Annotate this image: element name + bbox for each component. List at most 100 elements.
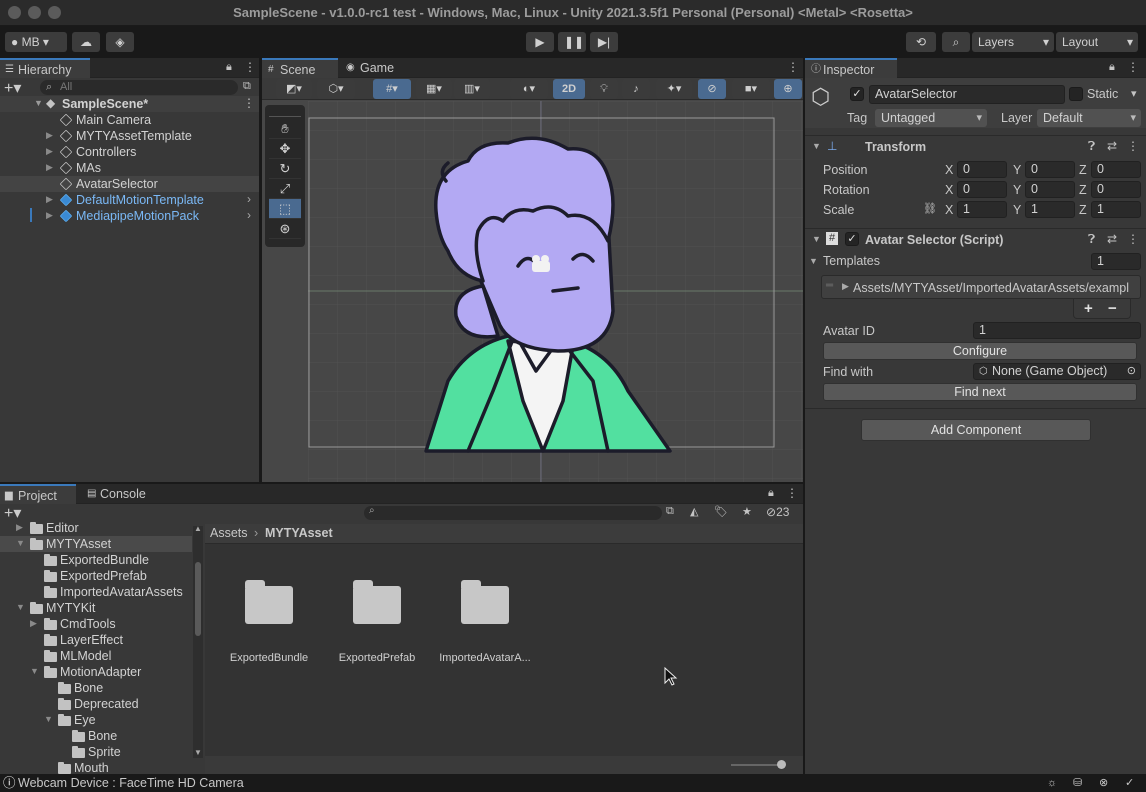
hierarchy-item[interactable]: Main Camera [0, 112, 259, 128]
add-element-button[interactable]: + [1084, 300, 1093, 317]
shading-dropdown[interactable]: ◐▾ [510, 79, 548, 99]
folder-icon[interactable] [245, 580, 293, 624]
collapse-triangle-icon[interactable]: ▼ [44, 714, 53, 724]
transform-y-field[interactable]: 1 [1025, 201, 1075, 218]
transform-x-field[interactable]: 0 [957, 181, 1007, 198]
find-with-object-field[interactable]: ⬡ None (Game Object) ⊙ [973, 363, 1141, 380]
tab-inspector[interactable]: ⓘ Inspector [805, 58, 897, 78]
project-folder-item[interactable]: Deprecated [0, 696, 192, 712]
constrain-proportions-icon[interactable]: ⛓ [923, 202, 937, 215]
transform-z-field[interactable]: 1 [1091, 201, 1141, 218]
collab-icon[interactable]: ◈ [106, 32, 134, 52]
expand-triangle-icon[interactable]: ▼ [34, 98, 43, 108]
hierarchy-item[interactable]: ▶ Controllers [0, 144, 259, 160]
camera-dropdown[interactable]: ■▾ [732, 79, 770, 99]
collapse-triangle-icon[interactable]: ▼ [16, 538, 25, 548]
transform-tool-icon[interactable]: ⊛ [269, 219, 301, 239]
transform-z-field[interactable]: 0 [1091, 161, 1141, 178]
drag-handle-icon[interactable]: ═ [826, 280, 833, 291]
increment-snap-dropdown[interactable]: ▥▾ [454, 79, 490, 99]
kebab-menu-icon[interactable]: ⋮ [787, 60, 799, 74]
scene-canvas[interactable] [308, 101, 803, 482]
tree-scrollbar[interactable]: ▲ ▼ [193, 524, 203, 758]
project-folder-item[interactable]: ▶ Editor [0, 520, 192, 536]
debug-icon[interactable]: ☼ [1047, 774, 1057, 792]
scroll-up-icon[interactable]: ▲ [194, 524, 202, 533]
presets-icon[interactable]: ⇄ [1107, 232, 1117, 246]
tab-game[interactable]: ◉ Game [342, 58, 402, 78]
transform-header[interactable]: ▼ ⊥ Transform ❓︎ ⇄ ⋮ [805, 135, 1146, 157]
add-component-button[interactable]: Add Component [861, 419, 1091, 441]
project-search-input[interactable]: ⌕ [364, 505, 662, 520]
object-active-checkbox[interactable]: ✓ [850, 87, 864, 101]
lock-icon[interactable]: 🔒︎ [768, 487, 774, 500]
search-by-type-icon[interactable]: ⧉ [666, 505, 674, 518]
play-button[interactable]: ▶ [526, 32, 554, 52]
hand-tool-icon[interactable]: ✋︎ [269, 119, 301, 139]
project-folder-item[interactable]: MLModel [0, 648, 192, 664]
presets-icon[interactable]: ⇄ [1107, 139, 1117, 153]
progress-icon[interactable]: ⊗ [1099, 774, 1108, 792]
search-icon[interactable]: ⌕ [942, 32, 970, 52]
tree-scrollbar-thumb[interactable] [195, 562, 201, 636]
expand-triangle-icon[interactable]: ▶ [46, 146, 53, 157]
expand-triangle-icon[interactable]: ▶ [46, 210, 53, 221]
kebab-menu-icon[interactable]: ⋮ [1127, 60, 1139, 74]
expand-triangle-icon[interactable]: ▶ [46, 130, 53, 141]
avatar-id-field[interactable]: 1 [973, 322, 1141, 339]
object-name-field[interactable]: AvatarSelector [869, 85, 1065, 104]
layout-dropdown[interactable]: Layout ▾ [1056, 32, 1138, 52]
project-folder-item[interactable]: ▶ CmdTools [0, 616, 192, 632]
expand-triangle-icon[interactable]: ▼ [812, 234, 821, 244]
project-folder-item[interactable]: Sprite [0, 744, 192, 760]
scale-tool-icon[interactable]: ⤢ [269, 179, 301, 199]
tab-project[interactable]: ▆ Project [0, 484, 76, 504]
tag-dropdown[interactable]: Untagged [875, 109, 987, 127]
expand-triangle-icon[interactable]: ▶ [16, 522, 23, 533]
mode-2d-toggle[interactable]: 2D [553, 79, 585, 99]
grid-snap-dropdown[interactable]: #▾ [373, 79, 411, 99]
favorite-icon[interactable]: ★ [742, 505, 752, 518]
transform-z-field[interactable]: 0 [1091, 181, 1141, 198]
zoom-slider-thumb[interactable] [777, 760, 786, 769]
create-button[interactable]: +▾ [4, 78, 21, 98]
expand-triangle-icon[interactable]: ▶ [842, 281, 849, 292]
templates-count-field[interactable]: 1 [1091, 253, 1141, 270]
pause-button[interactable]: ❚❚ [558, 32, 586, 52]
breadcrumb-assets[interactable]: Assets [210, 526, 248, 540]
static-dropdown-icon[interactable]: ▾ [1131, 87, 1137, 100]
help-icon[interactable]: ❓︎ [1088, 139, 1095, 154]
transform-x-field[interactable]: 1 [957, 201, 1007, 218]
hierarchy-item[interactable]: ▶ MYTYAssetTemplate [0, 128, 259, 144]
gizmos-dropdown[interactable]: ⊕ [774, 79, 802, 99]
tab-scene[interactable]: # Scene [262, 58, 338, 78]
kebab-menu-icon[interactable]: ⋮ [1127, 139, 1139, 153]
collapse-triangle-icon[interactable]: ▼ [30, 666, 39, 676]
expand-triangle-icon[interactable]: ▶ [46, 162, 53, 173]
cache-icon[interactable]: ⛁ [1073, 774, 1082, 792]
tab-console[interactable]: ▤ Console [82, 484, 156, 504]
account-dropdown[interactable]: ● MB ▾ [5, 32, 67, 52]
templates-expand-icon[interactable]: ▼ [809, 256, 818, 266]
move-tool-icon[interactable]: ✥ [269, 139, 301, 159]
project-folder-item[interactable]: Bone [0, 728, 192, 744]
find-next-button[interactable]: Find next [823, 383, 1137, 401]
configure-button[interactable]: Configure [823, 342, 1137, 360]
draw-mode-dropdown[interactable]: ◩▾ [276, 79, 312, 99]
hierarchy-search-input[interactable]: ⌕ All [40, 80, 238, 95]
project-folder-item[interactable]: ▼ MotionAdapter [0, 664, 192, 680]
lighting-icon[interactable]: 💡︎ [590, 79, 618, 99]
palette-handle[interactable] [269, 109, 301, 117]
kebab-menu-icon[interactable]: ⋮ [1127, 232, 1139, 246]
open-prefab-icon[interactable]: › [247, 192, 251, 206]
lock-icon[interactable]: 🔒︎ [226, 61, 232, 74]
auto-generate-lighting-icon[interactable]: ✓ [1125, 774, 1134, 792]
script-enabled-checkbox[interactable]: ✓ [845, 232, 859, 246]
transform-y-field[interactable]: 0 [1025, 181, 1075, 198]
folder-icon[interactable] [461, 580, 509, 624]
script-component-header[interactable]: ▼ # ✓ Avatar Selector (Script) ❓︎ ⇄ ⋮ [805, 228, 1146, 250]
project-folder-item[interactable]: ▼ MYTYKit [0, 600, 192, 616]
kebab-menu-icon[interactable]: ⋮ [786, 486, 798, 500]
render-mode-dropdown[interactable]: ⬡▾ [317, 79, 355, 99]
status-message[interactable]: Webcam Device : FaceTime HD Camera [18, 774, 244, 792]
